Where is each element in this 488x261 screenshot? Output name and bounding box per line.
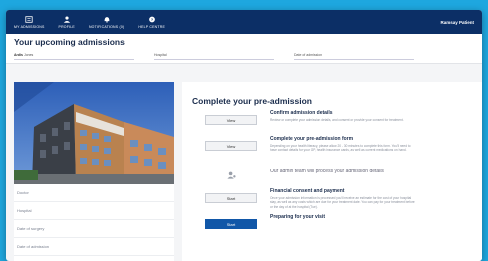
- nav-label: NOTIFICATIONS (0): [88, 24, 125, 29]
- summary-surgery-date: Date of surgery: [14, 220, 174, 238]
- bell-icon: [104, 16, 110, 23]
- step-description: have contact details for your GP, health…: [270, 148, 407, 153]
- admin-person-icon: [226, 171, 236, 179]
- step-description: or the day of at the hospital (Tue).: [270, 204, 318, 209]
- filter-date[interactable]: Date of admission: [294, 53, 414, 60]
- hospital-photo: [14, 82, 174, 184]
- nav-label: HELP CENTRE: [138, 24, 166, 29]
- admission-content: Doctor Hospital Date of surgery Date of …: [14, 68, 482, 261]
- summary-doctor: Doctor: [14, 184, 174, 202]
- step-confirm-details: View Confirm admission details Review or…: [192, 110, 472, 136]
- pre-admission-title: Complete your pre-admission: [192, 96, 312, 106]
- admissions-icon: [25, 15, 33, 23]
- view-admission-details-button[interactable]: View: [205, 115, 257, 125]
- nav-profile[interactable]: PROFILE: [58, 15, 75, 29]
- summary-admission-date: Date of admission: [14, 238, 174, 256]
- step-title: Financial consent and payment: [270, 188, 345, 194]
- nav-label: PROFILE: [58, 24, 75, 29]
- step-pre-admission-form: View Complete your pre-admission form De…: [192, 136, 472, 162]
- filter-label: Ardis: [14, 53, 23, 57]
- help-icon: ?: [148, 16, 155, 22]
- step-title: Confirm admission details: [270, 110, 333, 116]
- step-preparing-visit: Start Preparing for your visit: [192, 214, 472, 240]
- top-nav: MY ADMISSIONS PROFILE NOTIFICATIONS (0) …: [6, 10, 482, 34]
- view-pre-admission-form-button[interactable]: View: [205, 141, 257, 151]
- start-financial-consent-button[interactable]: Start: [205, 193, 257, 203]
- filter-name[interactable]: Ardis Jones: [14, 53, 134, 60]
- user-menu[interactable]: Ramsay Patient: [440, 20, 474, 25]
- step-financial-consent: Start Financial consent and payment Once…: [192, 188, 472, 214]
- page-title: Your upcoming admissions: [14, 37, 125, 47]
- page-header: Your upcoming admissions Ardis Jones Hos…: [6, 34, 482, 64]
- nav-my-admissions[interactable]: MY ADMISSIONS: [14, 15, 45, 29]
- filter-label: Date of admission: [294, 53, 323, 57]
- pre-admission-panel: Complete your pre-admission View Confirm…: [182, 82, 482, 261]
- step-title: Complete your pre-admission form: [270, 136, 354, 142]
- step-title: Preparing for your visit: [270, 214, 326, 220]
- person-icon: [63, 15, 70, 23]
- step-description: Review or complete your admission detail…: [270, 118, 404, 122]
- nav-notifications[interactable]: NOTIFICATIONS (0): [89, 16, 124, 29]
- app-window: MY ADMISSIONS PROFILE NOTIFICATIONS (0) …: [6, 10, 482, 261]
- admission-filters: Ardis Jones Hospital Date of admission: [14, 53, 474, 60]
- summary-hospital: Hospital: [14, 202, 174, 220]
- step-description: Our admin team will process your admissi…: [270, 169, 384, 174]
- filter-hospital[interactable]: Hospital: [154, 53, 274, 60]
- filter-value: Jones: [23, 53, 34, 57]
- nav-help-centre[interactable]: ? HELP CENTRE: [138, 16, 165, 29]
- filter-label: Hospital: [154, 53, 167, 57]
- step-admin-processing: Our admin team will process your admissi…: [192, 162, 472, 188]
- nav-label: MY ADMISSIONS: [14, 24, 45, 29]
- admission-summary-card: Doctor Hospital Date of surgery Date of …: [14, 82, 174, 261]
- start-preparing-visit-button[interactable]: Start: [205, 219, 257, 229]
